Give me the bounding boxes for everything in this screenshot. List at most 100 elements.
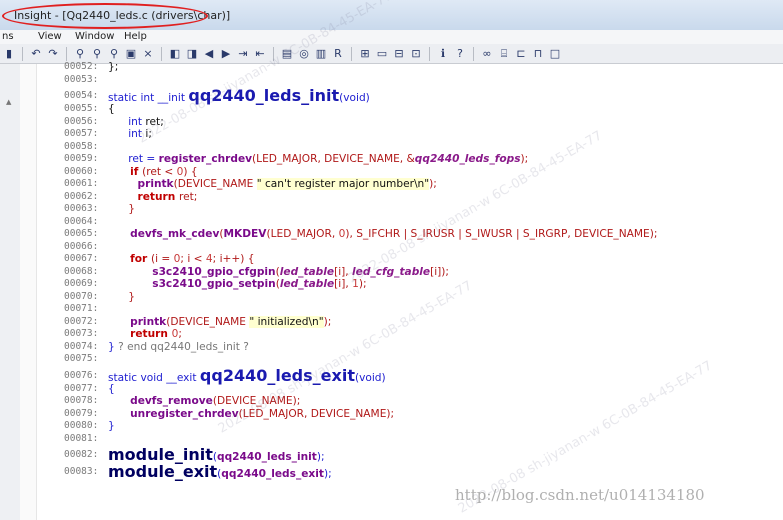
find-next-icon[interactable]: ⚲ (90, 47, 104, 61)
toolbar-separator (161, 46, 162, 61)
code-line[interactable]: 00083: module_exit(qq2440_leds_exit); (64, 462, 783, 481)
info-icon[interactable]: ℹ (436, 47, 450, 61)
line-number: 00063: (64, 203, 99, 214)
find-files-icon[interactable]: ▣ (124, 47, 138, 61)
xref-icon[interactable]: × (141, 47, 155, 61)
title-bar: Insight - [Qq2440_leds.c (drivers\char)] (0, 0, 783, 30)
code-line[interactable]: 00054: static int __init qq2440_leds_init… (64, 86, 783, 105)
toolbar-separator (351, 46, 352, 61)
code-line[interactable]: 00052:}; (64, 61, 783, 74)
code-line[interactable]: 00066: (64, 241, 783, 254)
code-line[interactable]: 00058: (64, 141, 783, 154)
line-number: 00060: (64, 165, 99, 177)
code-line[interactable]: 00072: printk(DEVICE_NAME " initialized\… (64, 315, 783, 329)
code-line[interactable]: 00073: return 0; (64, 328, 783, 341)
save-icon[interactable]: ▮ (2, 47, 16, 61)
code-token: ? end qq2440_leds_init ? (118, 340, 249, 353)
code-token: ) { (183, 165, 198, 178)
relation-icon[interactable]: ⌸ (497, 47, 511, 61)
panel-icon[interactable]: ▭ (375, 47, 389, 61)
code-line[interactable]: 00069: s3c2410_gpio_setpin(led_table[i],… (64, 278, 783, 291)
code-line[interactable]: 00060: if (ret < 0) { (64, 166, 783, 179)
code-token: qq2440_leds_exit (221, 468, 324, 480)
code-line[interactable]: 00077: { (64, 383, 783, 396)
code-token: unregister_chrdev (108, 407, 239, 420)
code-line[interactable]: 00055: { (64, 103, 783, 116)
line-number: 00083: (64, 466, 99, 477)
code-line[interactable]: 00079: unregister_chrdev(LED_MAJOR, DEVI… (64, 408, 783, 421)
menu-item-ns[interactable]: ns (2, 31, 14, 42)
code-line[interactable]: 00071: (64, 303, 783, 316)
code-token: for (108, 253, 151, 265)
code-line[interactable]: 00064: (64, 216, 783, 229)
toolbar-separator (473, 46, 474, 61)
code-line[interactable]: 00061: printk(DEVICE_NAME " can't regist… (64, 178, 783, 191)
code-line[interactable]: 00059: ret = register_chrdev(LED_MAJOR, … (64, 153, 783, 166)
code-text: s3c2410_gpio_setpin(led_table[i], 1); (108, 278, 366, 290)
code-line[interactable]: 00080:} (64, 420, 783, 433)
code-token: ret = (108, 153, 159, 165)
code-line[interactable]: 00065: devfs_mk_cdev(MKDEV(LED_MAJOR, 0)… (64, 228, 783, 241)
code-text: }; (108, 61, 118, 73)
code-token: devfs_remove (108, 395, 213, 407)
layout-icon[interactable]: ⊞ (358, 47, 372, 61)
code-token: ); (323, 468, 332, 480)
code-token: module_exit (108, 462, 218, 481)
menu-item-window[interactable]: Window (75, 31, 114, 42)
code-token: register_chrdev (158, 153, 253, 165)
book-icon[interactable]: ▥ (314, 47, 328, 61)
menu-item-help[interactable]: Help (124, 31, 147, 42)
browse-icon[interactable]: ▤ (280, 47, 294, 61)
code-line[interactable]: 00062: return ret; (64, 191, 783, 204)
menu-item-view[interactable]: View (38, 31, 62, 42)
jump2-icon[interactable]: ⇤ (253, 47, 267, 61)
chart-icon[interactable]: ⊓ (531, 47, 545, 61)
scroll-up-arrow-icon[interactable]: ▲ (6, 98, 11, 106)
code-line[interactable]: 00076: static void __exit qq2440_leds_exi… (64, 366, 783, 385)
code-token: ), S_IFCHR | S_IRUSR | S_IWUSR | S_IRGRP… (345, 228, 658, 240)
line-number: 00076: (64, 369, 99, 381)
refresh-icon[interactable]: ◎ (297, 47, 311, 61)
code-line[interactable]: 00063: } (64, 203, 783, 216)
code-text: } (108, 203, 135, 215)
tree-icon[interactable]: ⊏ (514, 47, 528, 61)
code-line[interactable]: 00067: for (i = 0; i < 4; i++) { (64, 253, 783, 266)
help-icon[interactable]: ? (453, 47, 467, 61)
code-line[interactable]: 00082: module_init(qq2440_leds_init); (64, 445, 783, 464)
link-icon[interactable]: ∞ (480, 47, 494, 61)
code-line[interactable]: 00074:} ? end qq2440_leds_init ? (64, 341, 783, 354)
line-number: 00067: (64, 253, 99, 264)
line-number: 00073: (64, 328, 99, 339)
code-line[interactable]: 00078: devfs_remove(DEVICE_NAME); (64, 395, 783, 408)
code-text: printk(DEVICE_NAME " initialized\n"); (108, 315, 331, 328)
panel2-icon[interactable]: ⊟ (392, 47, 406, 61)
panel3-icon[interactable]: ⊡ (409, 47, 423, 61)
jump-icon[interactable]: ⇥ (236, 47, 250, 61)
redo-icon[interactable]: ↷ (46, 47, 60, 61)
code-line[interactable]: 00056: int ret; (64, 116, 783, 129)
code-line[interactable]: 00053: (64, 74, 783, 87)
code-line[interactable]: 00057: int i; (64, 128, 783, 141)
code-token: { (108, 103, 115, 115)
line-number: 00069: (64, 278, 99, 289)
blog-url-watermark: http://blog.csdn.net/u014134180 (455, 486, 705, 504)
find-prev-icon[interactable]: ⚲ (107, 47, 121, 61)
code-editor[interactable]: 00052:}; 00053: 00054: static int __init qq… (64, 61, 783, 481)
find-icon[interactable]: ⚲ (73, 47, 87, 61)
code-token: ); (429, 178, 437, 190)
code-token: (ret < (142, 165, 177, 178)
project-icon[interactable]: ◨ (185, 47, 199, 61)
code-line[interactable]: 00070: } (64, 291, 783, 304)
bookmark-icon[interactable]: ◧ (168, 47, 182, 61)
undo-icon[interactable]: ↶ (29, 47, 43, 61)
symbol-icon[interactable]: R (331, 47, 345, 61)
prev-icon[interactable]: ◀ (202, 47, 216, 61)
next-icon[interactable]: ▶ (219, 47, 233, 61)
code-token: devfs_mk_cdev (108, 228, 220, 240)
code-line[interactable]: 00068: s3c2410_gpio_cfgpin(led_table[i],… (64, 266, 783, 279)
code-line[interactable]: 00081: (64, 433, 783, 446)
code-token: }; (108, 61, 119, 73)
code-line[interactable]: 00075: (64, 353, 783, 366)
window-icon[interactable]: □ (548, 47, 562, 61)
code-token: ret (145, 115, 161, 128)
